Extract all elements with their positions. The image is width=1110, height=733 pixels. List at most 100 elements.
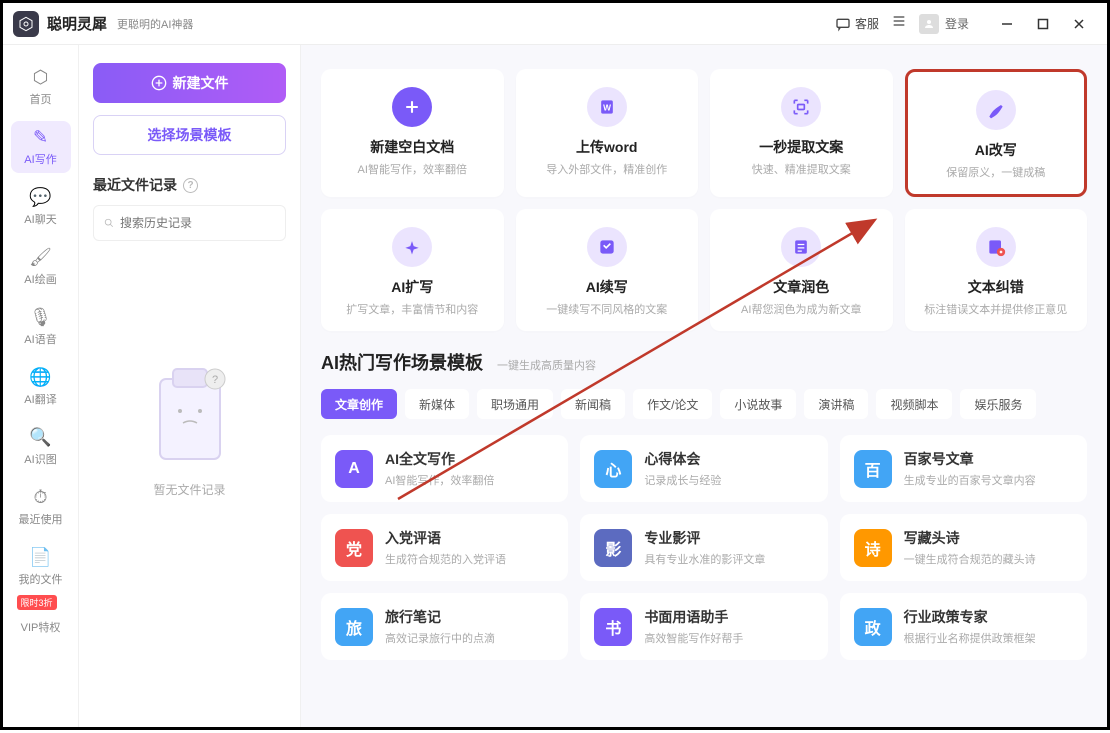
template-title: 百家号文章 (904, 449, 1036, 469)
card-title: 文章润色 (773, 277, 829, 297)
template-card-1[interactable]: 心心得体会记录成长与经验 (580, 435, 827, 502)
template-card-3[interactable]: 党入党评语生成符合规范的入党评语 (321, 514, 568, 581)
nav-ai-voice[interactable]: 🎙AI语音 (11, 301, 71, 353)
feature-card-word[interactable]: W 上传word 导入外部文件，精准创作 (516, 69, 699, 197)
card-desc: AI智能写作，效率翻倍 (358, 161, 467, 177)
template-card-8[interactable]: 政行业政策专家根据行业名称提供政策框架 (840, 593, 1087, 660)
feature-card-expand[interactable]: AI扩写扩写文章，丰富情节和内容 (321, 209, 504, 331)
card-desc: 保留原义，一键成稿 (946, 164, 1045, 180)
home-icon: ⬡ (33, 67, 49, 88)
template-icon: 诗 (854, 529, 892, 567)
template-icon: 旅 (335, 608, 373, 646)
svg-text:W: W (603, 102, 611, 112)
recent-files-header: 最近文件记录 ? (93, 175, 286, 195)
search-icon (104, 216, 114, 230)
tab-8[interactable]: 娱乐服务 (960, 389, 1036, 419)
template-desc: 一键生成符合规范的藏头诗 (904, 551, 1036, 567)
template-card-4[interactable]: 影专业影评具有专业水准的影评文章 (580, 514, 827, 581)
template-title: 行业政策专家 (904, 607, 1036, 627)
title-bar: 聪明灵犀 更聪明的AI神器 客服 登录 (3, 3, 1107, 45)
template-title: 心得体会 (644, 449, 721, 469)
template-card-7[interactable]: 书书面用语助手高效智能写作好帮手 (580, 593, 827, 660)
nav-my-files[interactable]: 📄我的文件 (11, 541, 71, 593)
template-title: 书面用语助手 (644, 607, 743, 627)
feather-icon: ✎ (33, 127, 48, 148)
template-title: 写藏头诗 (904, 528, 1036, 548)
feature-card-correct[interactable]: 文本纠错标注错误文本并提供修正意见 (905, 209, 1088, 331)
nav-ai-image[interactable]: 🔍AI识图 (11, 421, 71, 473)
template-desc: 高效智能写作好帮手 (644, 630, 743, 646)
template-desc: 具有专业水准的影评文章 (644, 551, 765, 567)
nav-ai-chat[interactable]: 💬AI聊天 (11, 181, 71, 233)
search-box[interactable] (93, 205, 286, 241)
template-icon: A (335, 450, 373, 488)
close-button[interactable] (1061, 9, 1097, 39)
template-card-2[interactable]: 百百家号文章生成专业的百家号文章内容 (840, 435, 1087, 502)
minimize-button[interactable] (989, 9, 1025, 39)
tab-6[interactable]: 演讲稿 (804, 389, 868, 419)
nav-ai-translate[interactable]: 🌐AI翻译 (11, 361, 71, 413)
content-area: 新建空白文档 AI智能写作，效率翻倍 W 上传word 导入外部文件，精准创作 一秒提取文… (301, 45, 1107, 727)
choose-template-button[interactable]: 选择场景模板 (93, 115, 286, 155)
card-desc: 一键续写不同风格的文案 (546, 301, 667, 317)
tab-1[interactable]: 新媒体 (405, 389, 469, 419)
card-title: 一秒提取文案 (759, 137, 843, 157)
correct-icon (976, 227, 1016, 267)
nav-ai-draw[interactable]: 🖌AI绘画 (11, 241, 71, 293)
tab-3[interactable]: 新闻稿 (561, 389, 625, 419)
svg-text:?: ? (211, 374, 217, 386)
expand-icon (392, 227, 432, 267)
feature-card-continue[interactable]: AI续写一键续写不同风格的文案 (516, 209, 699, 331)
template-card-6[interactable]: 旅旅行笔记高效记录旅行中的点滴 (321, 593, 568, 660)
avatar-icon (919, 14, 939, 34)
template-card-5[interactable]: 诗写藏头诗一键生成符合规范的藏头诗 (840, 514, 1087, 581)
card-title: AI扩写 (391, 277, 433, 297)
app-name: 聪明灵犀 (47, 13, 107, 34)
template-title: 专业影评 (644, 528, 765, 548)
template-card-0[interactable]: A AI全文写作 AI智能写作，效率翻倍 (321, 435, 568, 502)
tab-4[interactable]: 作文/论文 (633, 389, 712, 419)
tab-5[interactable]: 小说故事 (720, 389, 796, 419)
nav-ai-writing[interactable]: ✎AI写作 (11, 121, 71, 173)
nav-recent[interactable]: ⏱最近使用 (11, 481, 71, 533)
card-desc: 扩写文章，丰富情节和内容 (346, 301, 478, 317)
vip-badge: 限时3折 (17, 595, 57, 610)
template-desc: AI智能写作，效率翻倍 (385, 472, 494, 488)
tab-7[interactable]: 视频脚本 (876, 389, 952, 419)
menu-button[interactable] (891, 13, 907, 34)
nav-home[interactable]: ⬡首页 (11, 61, 71, 113)
maximize-button[interactable] (1025, 9, 1061, 39)
tab-0[interactable]: 文章创作 (321, 389, 397, 419)
help-icon[interactable]: ? (183, 178, 198, 193)
card-title: 上传word (576, 137, 637, 157)
template-desc: 记录成长与经验 (644, 472, 721, 488)
card-title: AI续写 (586, 277, 628, 297)
brush-icon: 🖌 (29, 247, 52, 268)
login-button[interactable]: 登录 (919, 14, 969, 34)
rewrite-icon (976, 90, 1016, 130)
template-title: 入党评语 (385, 528, 506, 548)
card-title: AI改写 (975, 140, 1017, 160)
template-desc: 生成符合规范的入党评语 (385, 551, 506, 567)
support-button[interactable]: 客服 (835, 15, 879, 32)
plus-icon (151, 75, 167, 91)
plus-icon (392, 87, 432, 127)
search-input[interactable] (120, 216, 275, 230)
template-section-header: AI热门写作场景模板 一键生成高质量内容 (321, 349, 1087, 375)
card-title: 新建空白文档 (370, 137, 454, 157)
sidebar: ⬡首页 ✎AI写作 💬AI聊天 🖌AI绘画 🎙AI语音 🌐AI翻译 🔍AI识图 … (3, 45, 79, 727)
nav-vip[interactable]: 限时3折 VIP特权 (11, 601, 71, 653)
card-desc: 快速、精准提取文案 (752, 161, 851, 177)
tab-2[interactable]: 职场通用 (477, 389, 553, 419)
template-icon: 书 (594, 608, 632, 646)
card-desc: 导入外部文件，精准创作 (546, 161, 667, 177)
file-icon: 📄 (29, 547, 51, 568)
template-desc: 根据行业名称提供政策框架 (904, 630, 1036, 646)
template-title: AI全文写作 (385, 449, 494, 469)
feature-card-plus[interactable]: 新建空白文档 AI智能写作，效率翻倍 (321, 69, 504, 197)
feature-card-rewrite[interactable]: AI改写保留原义，一键成稿 (905, 69, 1088, 197)
new-file-button[interactable]: 新建文件 (93, 63, 286, 103)
feature-card-extract[interactable]: 一秒提取文案快速、精准提取文案 (710, 69, 893, 197)
feature-card-polish[interactable]: 文章润色AI帮您润色为成为新文章 (710, 209, 893, 331)
chat-icon (835, 16, 851, 32)
